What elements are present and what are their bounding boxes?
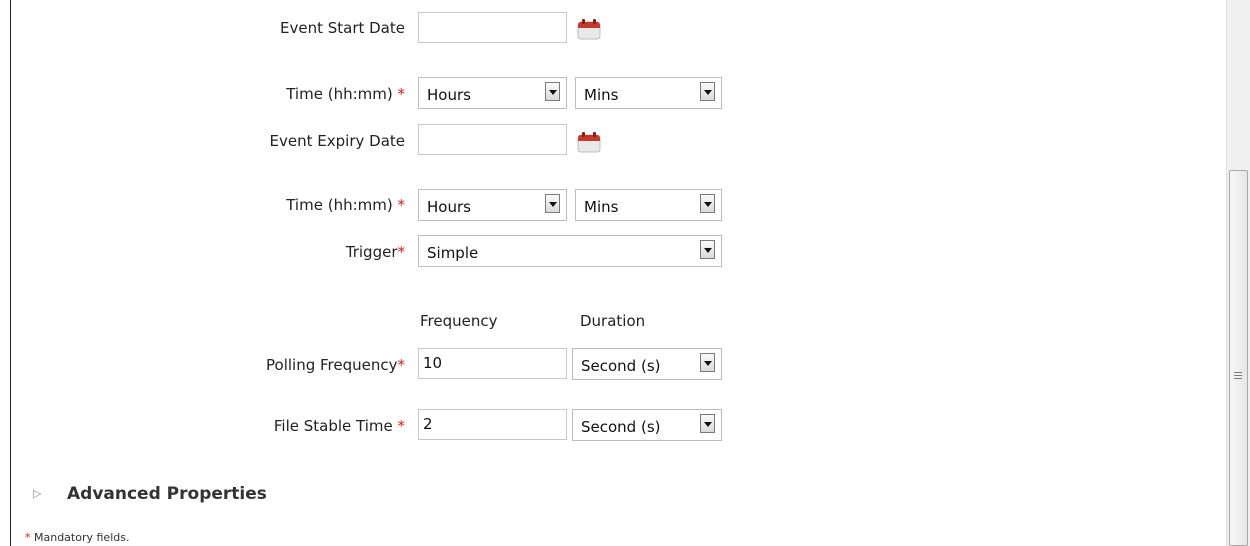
file-stable-duration-select[interactable]: Second (s) [572,409,722,441]
triangle-right-icon[interactable]: ▷ [33,487,41,500]
polling-frequency-input[interactable]: 10 [418,348,567,379]
expiry-hours-select[interactable]: Hours [418,189,567,221]
frequency-column-header: Frequency [420,312,498,330]
chevron-down-icon [700,194,715,213]
start-time-label: Time (hh:mm) * [286,85,405,103]
expiry-mins-select[interactable]: Mins [575,189,722,221]
event-start-date-label: Event Start Date [279,19,405,37]
trigger-select[interactable]: Simple [418,235,722,267]
scrollbar-thumb[interactable] [1229,170,1248,546]
event-expiry-date-label: Event Expiry Date [269,132,405,150]
polling-duration-select[interactable]: Second (s) [572,348,722,380]
advanced-properties-toggle[interactable]: Advanced Properties [67,484,267,504]
chevron-down-icon [700,414,715,433]
chevron-down-icon [700,240,715,259]
mandatory-fields-note: * Mandatory fields. [25,531,130,544]
chevron-down-icon [700,82,715,101]
trigger-label: Trigger* [345,243,405,261]
duration-column-header: Duration [580,312,646,330]
grip-icon [1234,372,1242,381]
file-stable-time-label: File Stable Time * [273,417,405,435]
start-hours-select[interactable]: Hours [418,77,567,109]
polling-frequency-label: Polling Frequency* [266,356,405,374]
calendar-icon[interactable] [577,131,601,153]
chevron-down-icon [545,194,560,213]
event-expiry-date-input[interactable] [418,124,567,155]
chevron-down-icon [700,353,715,372]
expiry-time-label: Time (hh:mm) * [286,196,405,214]
chevron-down-icon [545,82,560,101]
event-start-date-input[interactable] [418,12,567,43]
file-stable-time-input[interactable]: 2 [418,409,567,440]
calendar-icon[interactable] [577,18,601,40]
start-mins-select[interactable]: Mins [575,77,722,109]
